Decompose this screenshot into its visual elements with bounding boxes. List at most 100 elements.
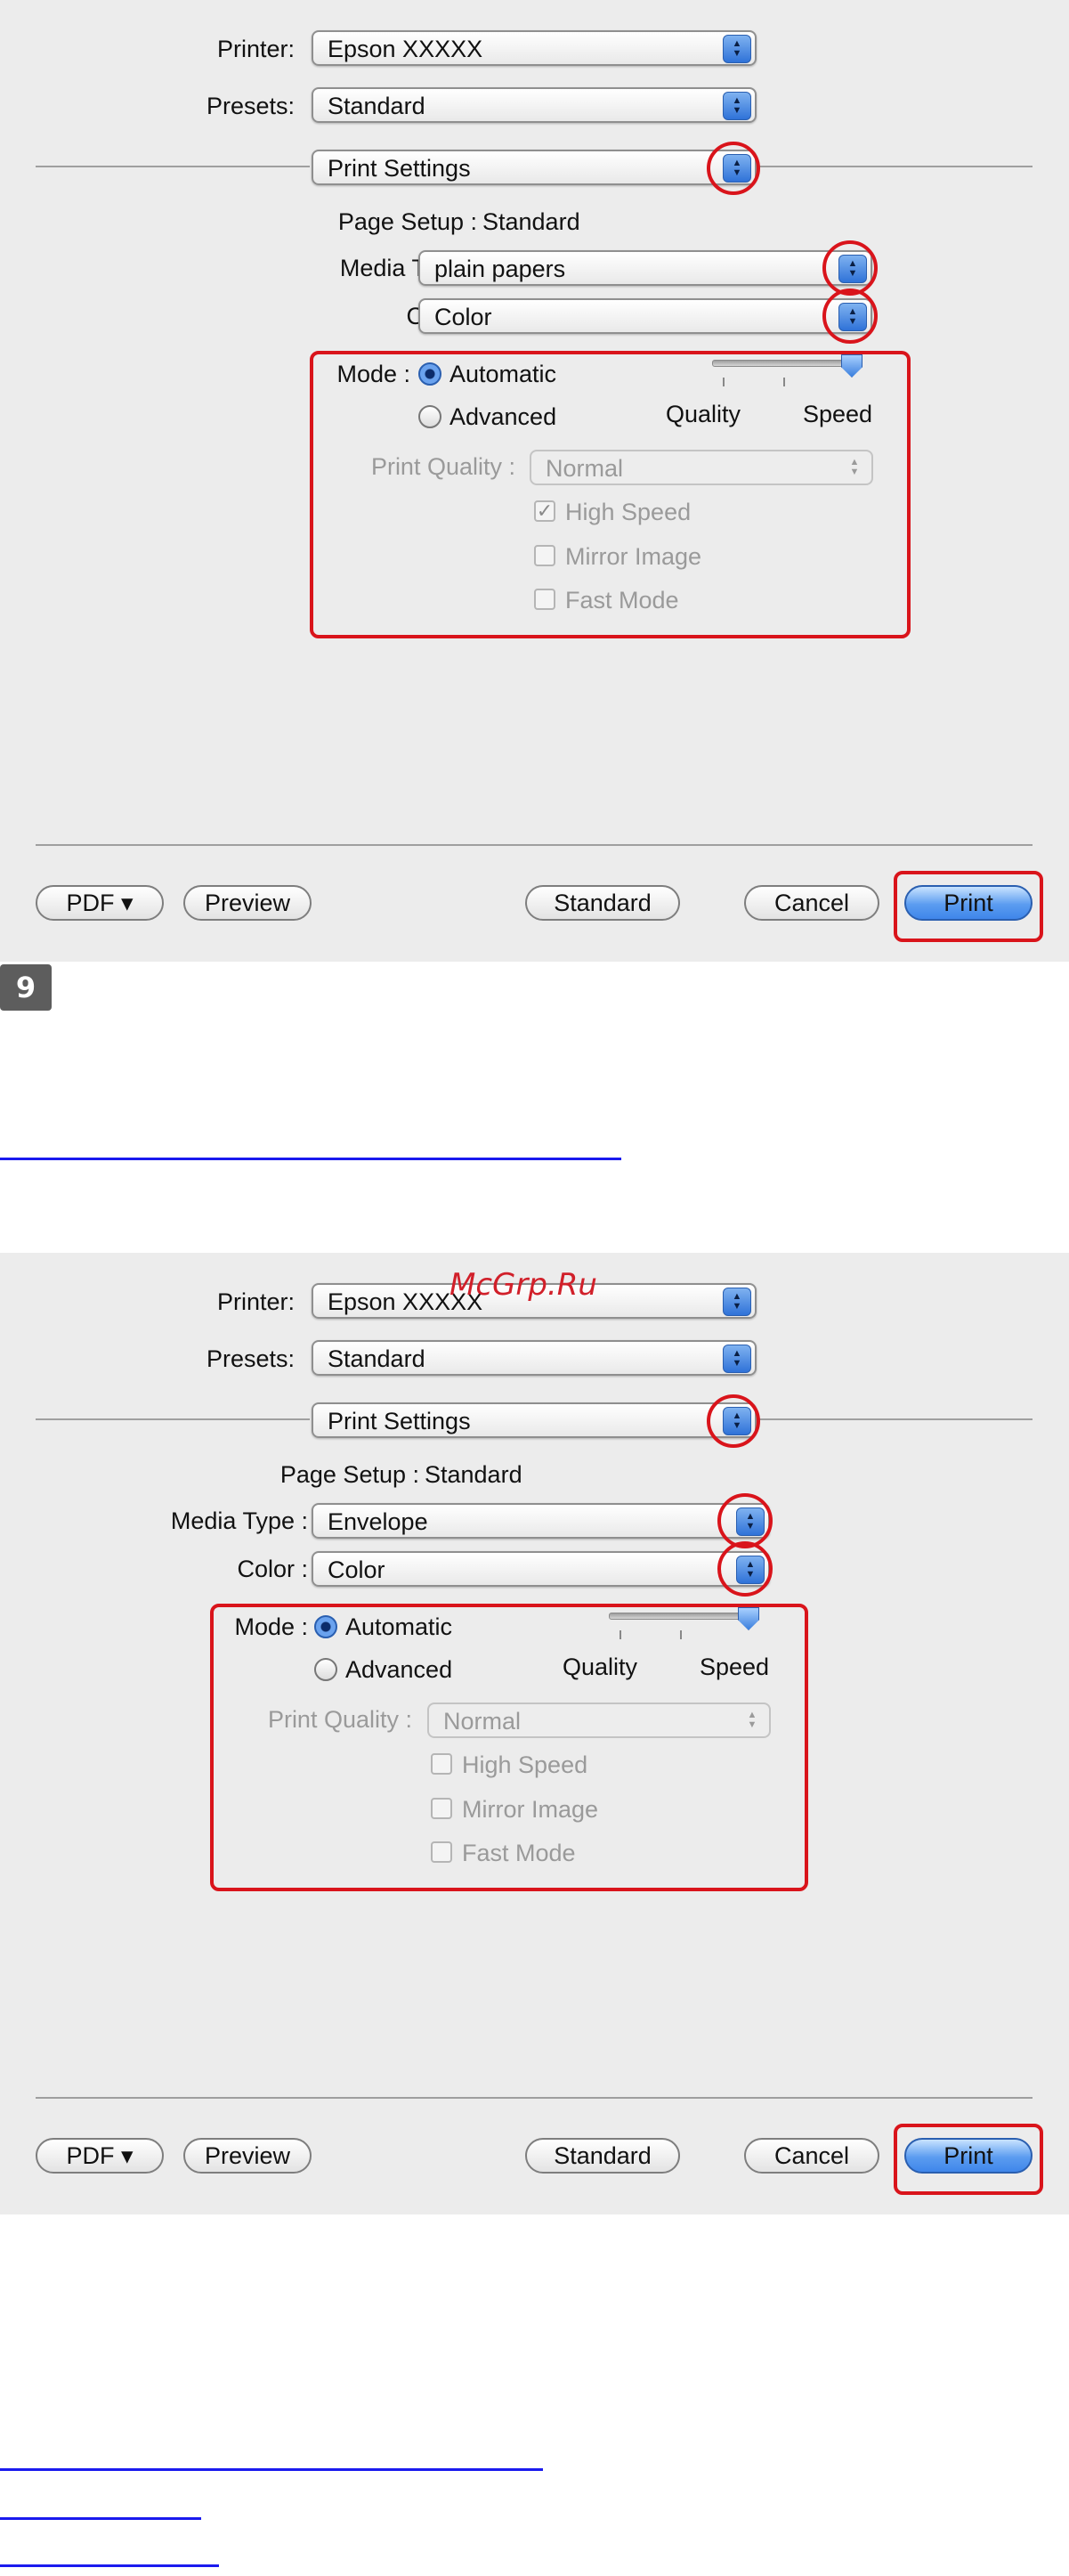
fast-mode-label: Fast Mode bbox=[462, 1840, 576, 1866]
watermark-text: McGrp.Ru bbox=[449, 1267, 597, 1303]
media-type-label: Media Type : bbox=[170, 1507, 308, 1534]
step-number-badge: 9 bbox=[0, 964, 52, 1011]
print-quality-popup[interactable]: Normal ▲ ▼ bbox=[530, 450, 873, 485]
print-quality-value: Normal bbox=[443, 1708, 522, 1735]
separator-right bbox=[758, 1418, 1033, 1420]
separator-left bbox=[36, 1418, 310, 1420]
quality-speed-slider[interactable] bbox=[609, 1613, 749, 1620]
highlight-circle-panel bbox=[707, 1394, 760, 1448]
highlight-circle-color bbox=[717, 1541, 773, 1597]
media-type-popup[interactable]: Envelope ▲ ▼ bbox=[312, 1503, 770, 1539]
presets-popup[interactable]: Standard ▲ ▼ bbox=[312, 87, 757, 123]
high-speed-label: High Speed bbox=[565, 499, 692, 525]
pdf-button[interactable]: PDF ▾ bbox=[36, 2138, 164, 2174]
slider-speed-label: Speed bbox=[803, 401, 873, 427]
highlight-circle-media bbox=[717, 1493, 773, 1548]
cancel-button[interactable]: Cancel bbox=[744, 2138, 879, 2174]
panel-value: Print Settings bbox=[328, 155, 471, 182]
mode-automatic-radio[interactable] bbox=[418, 362, 441, 386]
color-label: Color : bbox=[237, 1556, 308, 1582]
fast-mode-checkbox[interactable] bbox=[431, 1841, 452, 1863]
printer-label: Printer: bbox=[216, 36, 295, 62]
highlight-box-print bbox=[894, 871, 1043, 942]
link-underline[interactable] bbox=[0, 2468, 543, 2471]
slider-tick bbox=[783, 378, 785, 386]
presets-label: Presets: bbox=[206, 93, 295, 119]
mode-label: Mode : bbox=[234, 1613, 308, 1640]
quality-speed-slider[interactable] bbox=[712, 360, 853, 367]
mode-advanced-radio[interactable] bbox=[314, 1658, 337, 1681]
preview-button[interactable]: Preview bbox=[183, 2138, 312, 2174]
mode-advanced-radio[interactable] bbox=[418, 405, 441, 428]
standard-button[interactable]: Standard bbox=[525, 885, 680, 921]
color-value: Color bbox=[434, 304, 492, 330]
popup-arrows-icon: ▲ ▼ bbox=[849, 457, 860, 477]
slider-speed-label: Speed bbox=[700, 1654, 770, 1680]
print-dialog-2: Printer: Epson XXXXX ▲ ▼ Presets: Standar… bbox=[0, 1253, 1069, 2214]
mode-automatic-radio[interactable] bbox=[314, 1615, 337, 1638]
mode-automatic-label: Automatic bbox=[345, 1613, 453, 1640]
presets-label: Presets: bbox=[206, 1345, 295, 1372]
link-underline[interactable] bbox=[0, 2517, 201, 2520]
printer-value: Epson XXXXX bbox=[328, 36, 483, 62]
high-speed-checkbox[interactable]: ✓ bbox=[534, 500, 555, 522]
pdf-button[interactable]: PDF ▾ bbox=[36, 885, 164, 921]
printer-label: Printer: bbox=[216, 1288, 295, 1315]
page-setup-label: Page Setup : bbox=[337, 208, 477, 235]
mirror-image-label: Mirror Image bbox=[462, 1796, 599, 1823]
panel-value: Print Settings bbox=[328, 1408, 471, 1434]
page-setup-value: Standard bbox=[482, 208, 580, 235]
mirror-image-label: Mirror Image bbox=[565, 543, 702, 570]
presets-value: Standard bbox=[328, 1345, 425, 1372]
highlight-circle-color bbox=[822, 288, 878, 344]
page-setup-label: Page Setup : bbox=[279, 1461, 419, 1488]
slider-tick bbox=[723, 378, 725, 386]
separator-left bbox=[36, 166, 310, 167]
highlight-circle-panel bbox=[707, 142, 760, 195]
print-quality-label: Print Quality : bbox=[267, 1706, 412, 1733]
fast-mode-checkbox[interactable] bbox=[534, 589, 555, 610]
presets-popup[interactable]: Standard ▲ ▼ bbox=[312, 1340, 757, 1376]
mode-label: Mode : bbox=[336, 361, 410, 387]
slider-quality-label: Quality bbox=[666, 401, 741, 427]
fast-mode-label: Fast Mode bbox=[565, 587, 679, 614]
standard-button[interactable]: Standard bbox=[525, 2138, 680, 2174]
cancel-button[interactable]: Cancel bbox=[744, 885, 879, 921]
highlight-circle-media bbox=[822, 240, 878, 296]
mode-advanced-label: Advanced bbox=[345, 1656, 453, 1683]
slider-quality-label: Quality bbox=[563, 1654, 638, 1680]
mirror-image-checkbox[interactable] bbox=[431, 1798, 452, 1819]
mirror-image-checkbox[interactable] bbox=[534, 545, 555, 566]
panel-popup[interactable]: Print Settings ▲ ▼ bbox=[312, 1402, 757, 1438]
popup-arrows-icon: ▲ ▼ bbox=[723, 1288, 751, 1316]
popup-arrows-icon: ▲ ▼ bbox=[747, 1710, 757, 1730]
high-speed-checkbox[interactable] bbox=[431, 1753, 452, 1775]
slider-tick bbox=[620, 1630, 621, 1639]
media-type-value: Envelope bbox=[328, 1508, 428, 1535]
print-quality-popup[interactable]: Normal ▲ ▼ bbox=[427, 1702, 771, 1738]
print-quality-value: Normal bbox=[546, 455, 624, 482]
mode-advanced-label: Advanced bbox=[449, 403, 557, 430]
link-underline[interactable] bbox=[0, 2564, 219, 2567]
media-type-popup[interactable]: plain papers ▲ ▼ bbox=[418, 250, 872, 286]
media-type-value: plain papers bbox=[434, 256, 566, 282]
color-popup[interactable]: Color ▲ ▼ bbox=[418, 298, 872, 334]
link-underline[interactable] bbox=[0, 1158, 621, 1160]
popup-arrows-icon: ▲ ▼ bbox=[723, 92, 751, 120]
presets-value: Standard bbox=[328, 93, 425, 119]
separator-right bbox=[758, 166, 1033, 167]
print-dialog-1: Printer: Epson XXXXX ▲ ▼ Presets: Standar… bbox=[0, 0, 1069, 962]
bottom-separator bbox=[36, 844, 1033, 846]
color-value: Color bbox=[328, 1556, 385, 1583]
mode-automatic-label: Automatic bbox=[449, 361, 557, 387]
slider-tick bbox=[680, 1630, 682, 1639]
page-setup-value: Standard bbox=[425, 1461, 522, 1488]
panel-popup[interactable]: Print Settings ▲ ▼ bbox=[312, 150, 757, 185]
popup-arrows-icon: ▲ ▼ bbox=[723, 35, 751, 63]
print-quality-label: Print Quality : bbox=[370, 453, 515, 480]
printer-popup[interactable]: Epson XXXXX ▲ ▼ bbox=[312, 30, 757, 66]
highlight-box-print bbox=[894, 2124, 1043, 2195]
high-speed-label: High Speed bbox=[462, 1751, 588, 1778]
color-popup[interactable]: Color ▲ ▼ bbox=[312, 1551, 770, 1587]
preview-button[interactable]: Preview bbox=[183, 885, 312, 921]
